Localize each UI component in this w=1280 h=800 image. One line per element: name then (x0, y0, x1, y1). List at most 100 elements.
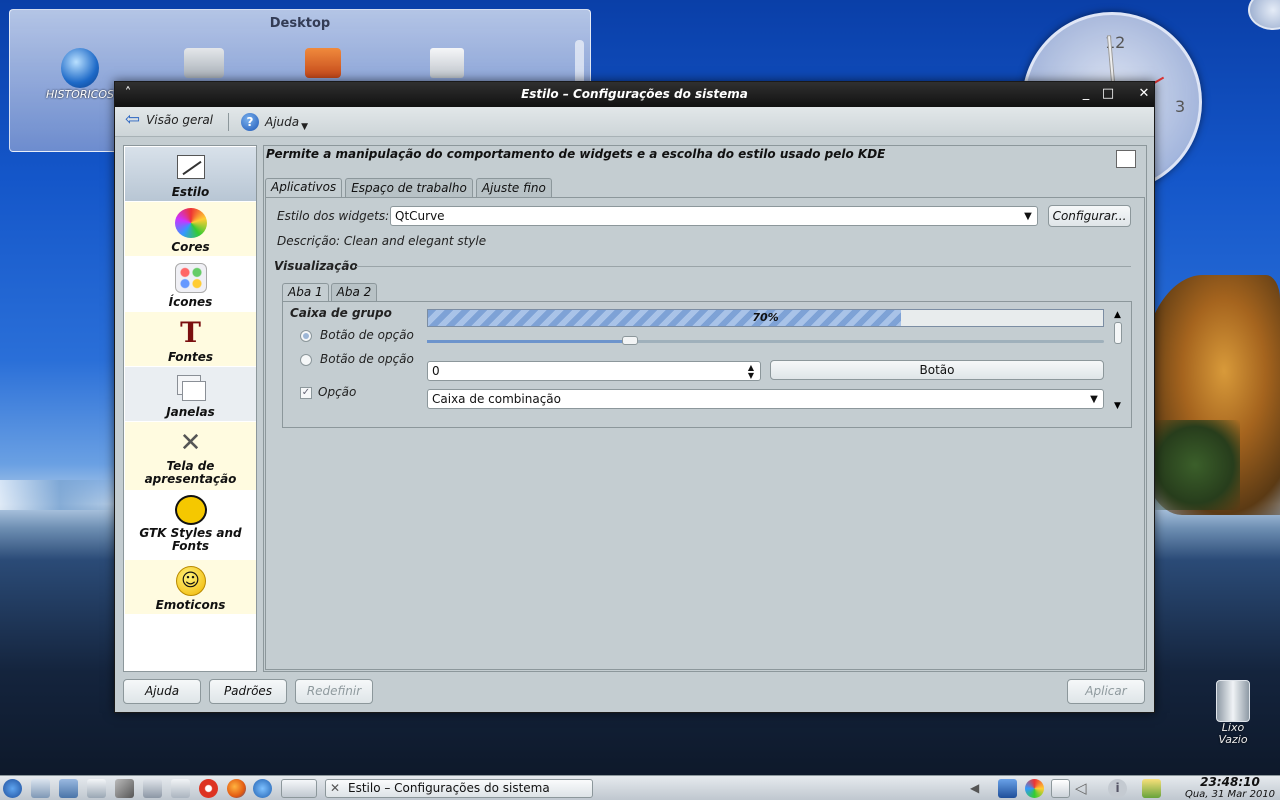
clock-date: Qua, 31 Mar 2010 (1184, 789, 1276, 800)
window-titlebar[interactable]: ˄ Estilo – Configurações do sistema _ □ … (115, 82, 1154, 107)
plasma-orb-icon (1248, 0, 1280, 30)
preview-tab-2[interactable]: Aba 2 (330, 283, 378, 301)
widget-style-label: Estilo dos widgets: (277, 209, 390, 223)
sidebar-item-label: Janelas (166, 405, 215, 419)
slider-fill (427, 340, 631, 343)
preview-slider[interactable] (427, 336, 1104, 345)
sidebar-item-janelas[interactable]: Janelas (125, 367, 256, 421)
hard-drive-icon (184, 48, 224, 78)
desktop-icon-label: HISTORICOS (45, 88, 115, 101)
clock-time: 23:48:10 (1200, 775, 1260, 789)
overview-label: Visão geral (146, 113, 214, 127)
preview-combo-box[interactable]: Caixa de combinação ▼ (427, 389, 1104, 409)
computer-icon[interactable] (31, 779, 50, 798)
system-monitor-icon[interactable] (143, 779, 162, 798)
desktop-icon-historicos[interactable]: HISTORICOS (45, 48, 115, 101)
defaults-button[interactable]: Padrões (209, 679, 287, 704)
tools-icon: ✕ (179, 428, 202, 458)
overview-button[interactable]: ⇦ Visão geral (125, 109, 214, 130)
sidebar-item-label: Fontes (167, 350, 214, 364)
tab-aplicativos[interactable]: Aplicativos (265, 178, 343, 199)
emoticons-icon: ☺ (175, 566, 206, 596)
radio-button-1-label: Botão de opção (320, 328, 414, 342)
radio-button-2[interactable] (300, 354, 312, 366)
battery-icon[interactable] (1142, 779, 1161, 798)
tab-espaco-de-trabalho[interactable]: Espaço de trabalho (345, 178, 473, 198)
tab-ajuste-fino[interactable]: Ajuste fino (475, 178, 552, 198)
chevron-down-icon: ▼ (301, 122, 309, 132)
sidebar-item-cores[interactable]: Cores (125, 202, 256, 256)
trash-icon (1216, 680, 1250, 722)
help-menu-button[interactable]: ? Ajuda ▼ (241, 112, 308, 132)
preview-tabs: Aba 1 Aba 2 (282, 283, 379, 301)
desktop-icon-home[interactable] (288, 48, 358, 78)
minimize-icon[interactable]: _ (1077, 85, 1095, 103)
desktop-panel-title: Desktop (269, 16, 331, 31)
sidebar-item-gtk-styles[interactable]: GTK Styles and Fonts (125, 491, 256, 559)
kde-menu-icon[interactable] (3, 779, 22, 798)
radio-button-1[interactable] (300, 330, 312, 342)
preview-tab-1[interactable]: Aba 1 (282, 283, 329, 301)
folder-icon[interactable] (59, 779, 78, 798)
sidebar-item-fontes[interactable]: T Fontes (125, 312, 256, 366)
progress-bar: 70% (427, 309, 1104, 327)
preview-scrollbar[interactable]: ▲ ▼ (1113, 311, 1122, 411)
slider-handle[interactable] (622, 336, 639, 345)
configure-button[interactable]: Configurar... (1048, 205, 1131, 227)
icons-icon (174, 263, 207, 293)
opera-icon[interactable] (199, 779, 218, 798)
desktop-icon-audio[interactable] (412, 48, 482, 78)
module-description: Permite a manipulação do comportamento d… (266, 147, 886, 161)
widget-style-combo[interactable]: QtCurve ▼ (390, 206, 1038, 226)
settings-tools-icon[interactable] (115, 779, 134, 798)
style-settings-content: Permite a manipulação do comportamento d… (263, 145, 1147, 672)
background-shine (0, 480, 120, 510)
sidebar-item-icones[interactable]: Ícones (125, 257, 256, 311)
spin-box[interactable]: 0 ▲ ▼ (427, 361, 761, 381)
group-box-title: Caixa de grupo (290, 306, 392, 320)
option-checkbox[interactable]: ✓ (300, 387, 312, 399)
browser-icon[interactable] (253, 779, 272, 798)
sidebar-item-estilo[interactable]: Estilo (125, 147, 256, 201)
section-divider (356, 266, 1131, 267)
category-sidebar: Estilo Cores Ícones T Fontes Janelas ✕ T… (123, 145, 257, 672)
apply-button[interactable]: Aplicar (1067, 679, 1145, 704)
network-icon[interactable] (998, 779, 1017, 798)
color-wheel-icon[interactable] (1025, 779, 1044, 798)
preview-button[interactable]: Botão (770, 360, 1104, 380)
back-arrow-icon: ⇦ (125, 109, 141, 130)
taskbar-clock[interactable]: 23:48:10 Qua, 31 Mar 2010 (1180, 776, 1280, 800)
text-editor-icon[interactable] (171, 779, 190, 798)
chevron-down-icon: ▼ (1024, 211, 1032, 222)
sidebar-item-tela-de-apresentacao[interactable]: ✕ Tela de apresentação (125, 422, 256, 490)
reset-button[interactable]: Redefinir (295, 679, 373, 704)
module-icon (1116, 150, 1136, 168)
taskbar-task-button[interactable]: ✕ Estilo – Configurações do sistema (325, 779, 593, 798)
trash-desktop-icon[interactable]: Lixo Vazio (1208, 680, 1258, 746)
info-icon[interactable]: i (1108, 779, 1127, 798)
toolbar-separator (228, 113, 229, 131)
scroll-down-icon: ▼ (1114, 401, 1121, 411)
help-button[interactable]: Ajuda (123, 679, 201, 704)
tray-arrow-icon[interactable]: ◀ (970, 779, 984, 798)
firefox-icon[interactable] (227, 779, 246, 798)
option-checkbox-label: Opção (318, 385, 357, 399)
maximize-icon[interactable]: □ (1099, 85, 1117, 103)
sidebar-item-label: Ícones (168, 295, 213, 309)
preview-combo-value: Caixa de combinação (432, 392, 561, 406)
clipboard-icon[interactable] (1051, 779, 1070, 798)
volume-icon[interactable]: ◁ (1075, 779, 1094, 798)
pager-icon[interactable] (281, 779, 317, 798)
spin-box-value: 0 (432, 364, 440, 378)
gtk-icon (174, 495, 207, 525)
close-icon[interactable]: ✕ (1135, 85, 1153, 103)
desktop-icon-drive[interactable] (169, 48, 239, 78)
settings-tabs: Aplicativos Espaço de trabalho Ajuste fi… (265, 178, 555, 199)
notes-icon[interactable] (87, 779, 106, 798)
sidebar-item-emoticons[interactable]: ☺ Emoticons (125, 560, 256, 614)
scrollbar-thumb[interactable] (1113, 322, 1122, 344)
style-description: Descrição: Clean and elegant style (277, 234, 487, 248)
windows-icon (175, 373, 207, 403)
progress-text: 70% (752, 311, 779, 324)
style-icon (175, 153, 207, 183)
